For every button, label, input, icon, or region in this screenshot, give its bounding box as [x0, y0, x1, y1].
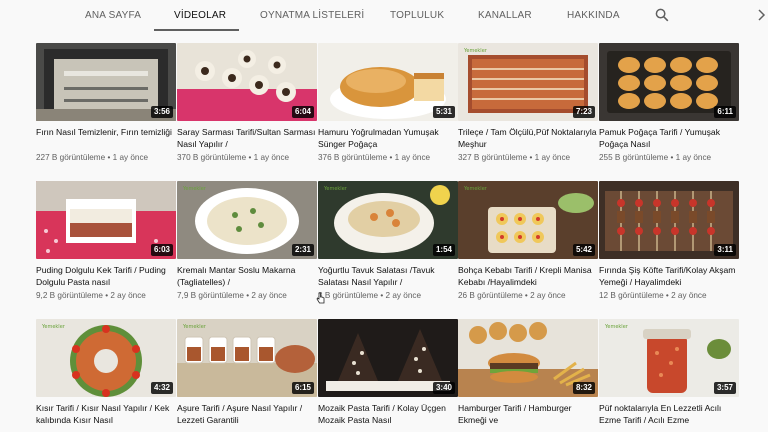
video-duration: 5:31 [432, 106, 455, 118]
hand-pointer-icon [316, 292, 325, 304]
svg-text:Yemekler: Yemekler [41, 324, 66, 330]
view-count: 3 B görüntüleme [318, 291, 379, 300]
video-duration: 8:32 [572, 382, 595, 394]
video-duration: 3:57 [713, 382, 736, 394]
video-meta: 7,9 B görüntüleme • 2 ay önce [177, 291, 287, 300]
video-title[interactable]: Püf noktalarıyla En Lezzetli Acılı Ezme … [599, 402, 739, 426]
video-duration: 6:03 [150, 244, 173, 256]
video-meta: 327 B görüntüleme • 1 ay önce [458, 153, 571, 162]
upload-age: 1 ay önce [534, 153, 571, 162]
view-count: 376 B görüntüleme [318, 153, 388, 162]
video-thumbnail[interactable]: Yemekler 4:32 [36, 319, 176, 397]
video-thumbnail[interactable]: Yemekler 6:15 [177, 319, 317, 397]
upload-age: 1 ay önce [394, 153, 431, 162]
upload-age: 2 ay önce [385, 291, 422, 300]
chevron-right-icon[interactable] [756, 9, 766, 21]
video-thumbnail[interactable]: 3:40 [318, 319, 458, 397]
video-title[interactable]: Aşure Tarifi / Aşure Nasıl Yapılır / Lez… [177, 402, 317, 426]
video-meta: 255 B görüntüleme • 1 ay önce [599, 153, 712, 162]
upload-age: 1 ay önce [253, 153, 290, 162]
svg-text:Yemekler: Yemekler [463, 48, 488, 54]
video-title[interactable]: Saray Sarması Tarifi/Sultan Sarması Nası… [177, 126, 317, 150]
active-tab-indicator [154, 29, 239, 31]
video-thumbnail[interactable]: 5:31 [318, 43, 458, 121]
tab-about[interactable]: HAKKINDA [567, 0, 620, 31]
video-thumbnail[interactable]: 8:32 [458, 319, 598, 397]
video-thumbnail[interactable]: 6:03 [36, 181, 176, 259]
video-thumbnail[interactable]: Yemekler 2:31 [177, 181, 317, 259]
video-thumbnail[interactable]: Yemekler 3:57 [599, 319, 739, 397]
view-count: 255 B görüntüleme [599, 153, 669, 162]
video-meta: 370 B görüntüleme • 1 ay önce [177, 153, 290, 162]
search-icon[interactable] [655, 8, 669, 22]
video-meta: 227 B görüntüleme • 1 ay önce [36, 153, 149, 162]
svg-text:Yemekler: Yemekler [182, 186, 207, 192]
video-duration: 5:42 [572, 244, 595, 256]
video-title[interactable]: Hamburger Tarifi / Hamburger Ekmeği ve [458, 402, 598, 426]
video-thumbnail[interactable]: Yemekler 7:23 [458, 43, 598, 121]
video-duration: 6:04 [291, 106, 314, 118]
video-duration: 7:23 [572, 106, 595, 118]
svg-text:Yemekler: Yemekler [323, 186, 348, 192]
view-count: 26 B görüntüleme [458, 291, 523, 300]
svg-text:Yemekler: Yemekler [604, 324, 629, 330]
video-meta: 26 B görüntüleme • 2 ay önce [458, 291, 566, 300]
video-duration: 3:56 [150, 106, 173, 118]
video-duration: 1:54 [432, 244, 455, 256]
view-count: 7,9 B görüntüleme [177, 291, 244, 300]
view-count: 370 B görüntüleme [177, 153, 247, 162]
upload-age: 2 ay önce [110, 291, 146, 300]
upload-age: 2 ay önce [530, 291, 566, 300]
view-count: 12 B görüntüleme [599, 291, 664, 300]
svg-text:Yemekler: Yemekler [182, 324, 207, 330]
channel-tab-bar: ANA SAYFA VİDEOLAR OYNATMA LİSTELERİ TOP… [0, 0, 768, 31]
tab-videos[interactable]: VİDEOLAR [174, 0, 226, 31]
video-thumbnail[interactable]: 6:11 [599, 43, 739, 121]
video-duration: 2:31 [291, 244, 314, 256]
upload-age: 2 ay önce [251, 291, 287, 300]
video-meta: 3 B görüntüleme • 2 ay önce [318, 291, 422, 300]
video-duration: 6:11 [714, 106, 736, 118]
video-title[interactable]: Trileçe / Tam Ölçülü,Püf Noktalarıyla Me… [458, 126, 598, 150]
video-meta: 9,2 B görüntüleme • 2 ay önce [36, 291, 146, 300]
video-thumbnail[interactable]: 3:11 [599, 181, 739, 259]
video-title[interactable]: Hamuru Yoğrulmadan Yumuşak Sünger Poğaça [318, 126, 458, 150]
view-count: 227 B görüntüleme [36, 153, 106, 162]
svg-text:Yemekler: Yemekler [463, 186, 488, 192]
video-title[interactable]: Puding Dolgulu Kek Tarifi / Puding Dolgu… [36, 264, 176, 288]
video-title[interactable]: Yoğurtlu Tavuk Salatası /Tavuk Salatası … [318, 264, 458, 288]
tab-playlists[interactable]: OYNATMA LİSTELERİ [260, 0, 364, 31]
upload-age: 1 ay önce [112, 153, 149, 162]
tab-home[interactable]: ANA SAYFA [85, 0, 141, 31]
video-meta: 12 B görüntüleme • 2 ay önce [599, 291, 707, 300]
video-duration: 3:11 [714, 244, 736, 256]
video-duration: 6:15 [291, 382, 314, 394]
tab-channels[interactable]: KANALLAR [478, 0, 532, 31]
upload-age: 1 ay önce [675, 153, 712, 162]
view-count: 9,2 B görüntüleme [36, 291, 103, 300]
video-meta: 376 B görüntüleme • 1 ay önce [318, 153, 431, 162]
tab-community[interactable]: TOPLULUK [390, 0, 444, 31]
video-title[interactable]: Fırın Nasıl Temizlenir, Fırın temizliği [36, 126, 176, 138]
video-title[interactable]: Pamuk Poğaça Tarifi / Yumuşak Poğaça Nas… [599, 126, 739, 150]
video-thumbnail[interactable]: Yemekler 1:54 [318, 181, 458, 259]
view-count: 327 B görüntüleme [458, 153, 528, 162]
video-title[interactable]: Mozaik Pasta Tarifi / Kolay Üçgen Mozaik… [318, 402, 458, 426]
video-duration: 3:40 [432, 382, 455, 394]
video-title[interactable]: Bohça Kebabı Tarifi / Krepli Manisa Keba… [458, 264, 598, 288]
video-title[interactable]: Kısır Tarifi / Kısır Nasıl Yapılır / Kek… [36, 402, 176, 426]
video-thumbnail[interactable]: 6:04 [177, 43, 317, 121]
upload-age: 2 ay önce [671, 291, 707, 300]
video-duration: 4:32 [150, 382, 173, 394]
video-thumbnail[interactable]: 3:56 [36, 43, 176, 121]
video-title[interactable]: Fırında Şiş Köfte Tarifi/Kolay Akşam Yem… [599, 264, 739, 288]
video-title[interactable]: Kremalı Mantar Soslu Makarna (Tagliatell… [177, 264, 317, 288]
video-thumbnail[interactable]: Yemekler 5:42 [458, 181, 598, 259]
